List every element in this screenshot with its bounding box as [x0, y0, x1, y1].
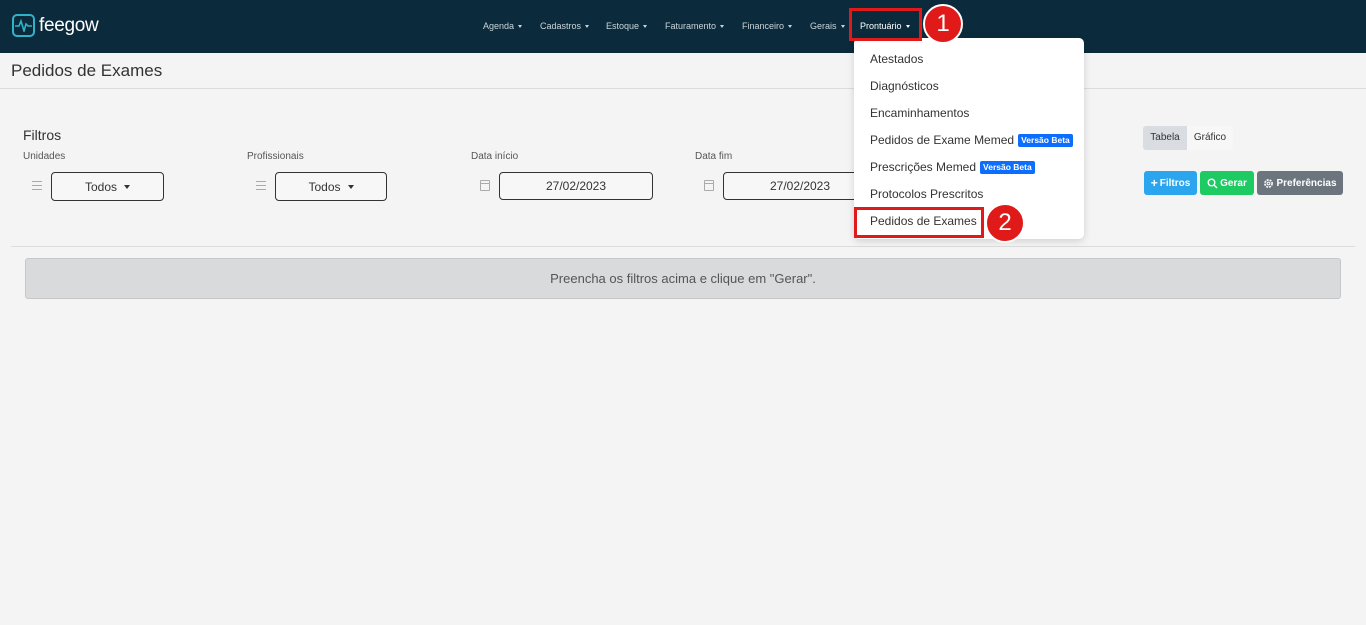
menu-item-pedidos-exame-memed[interactable]: Pedidos de Exame Memed Versão Beta [870, 133, 1073, 147]
menu-item-encaminhamentos[interactable]: Encaminhamentos [870, 106, 969, 120]
toggle-tabela[interactable]: Tabela [1143, 126, 1187, 150]
gear-icon [1264, 178, 1274, 188]
annotation-step-1: 1 [923, 4, 963, 44]
menu-item-atestados[interactable]: Atestados [870, 52, 923, 66]
add-filters-button[interactable]: + Filtros [1144, 171, 1197, 195]
nav-cadastros[interactable]: Cadastros [540, 21, 590, 31]
calendar-icon [704, 180, 714, 191]
header-divider [0, 88, 1366, 89]
caret-down-icon [720, 25, 725, 29]
nav-estoque[interactable]: Estoque [606, 21, 648, 31]
caret-down-icon [585, 25, 590, 29]
unidades-value: Todos [84, 179, 118, 194]
nav-gerais[interactable]: Gerais [810, 21, 845, 31]
menu-item-label: Encaminhamentos [870, 106, 970, 120]
generate-label: Gerar [1220, 177, 1247, 189]
caret-down-icon [788, 25, 793, 29]
annotation-step-2: 2 [985, 203, 1025, 243]
toggle-grafico[interactable]: Gráfico [1187, 126, 1233, 150]
profissionais-select[interactable]: Todos [275, 172, 387, 201]
filters-divider [11, 246, 1355, 247]
nav-gerais-label: Gerais [810, 21, 837, 31]
menu-item-label: Prescrições Memed [870, 160, 977, 174]
top-navbar: feegow Agenda Cadastros Estoque Faturame… [0, 0, 1366, 53]
menu-item-label: Atestados [870, 52, 924, 66]
caret-down-icon [347, 184, 354, 189]
nav-financeiro-label: Financeiro [742, 21, 785, 31]
data-inicio-input[interactable]: 27/02/2023 [499, 172, 653, 200]
menu-item-label: Diagnósticos [870, 79, 939, 93]
page-title: Pedidos de Exames [11, 61, 163, 80]
profissionais-label: Profissionais [247, 151, 304, 162]
annotation-highlight-prontuario [849, 8, 922, 41]
beta-badge: Versão Beta [980, 160, 1035, 174]
menu-item-diagnosticos[interactable]: Diagnósticos [870, 79, 939, 93]
heartbeat-icon [12, 14, 35, 37]
menu-item-label: Protocolos Prescritos [870, 187, 984, 201]
generate-button[interactable]: Gerar [1200, 171, 1254, 195]
info-message: Preencha os filtros acima e clique em "G… [25, 258, 1341, 299]
list-icon [32, 181, 42, 190]
unidades-select[interactable]: Todos [51, 172, 164, 201]
add-filters-label: Filtros [1159, 177, 1191, 189]
caret-down-icon [840, 25, 845, 29]
feegow-logo[interactable]: feegow [12, 14, 99, 37]
nav-financeiro[interactable]: Financeiro [742, 21, 793, 31]
plus-icon: + [1150, 176, 1158, 190]
caret-down-icon [124, 184, 131, 189]
nav-cadastros-label: Cadastros [540, 21, 582, 31]
menu-item-label: Pedidos de Exame Memed [870, 133, 1015, 147]
logo-text: feegow [39, 14, 99, 36]
caret-down-icon [643, 25, 648, 29]
nav-estoque-label: Estoque [606, 21, 640, 31]
preferences-button[interactable]: Preferências [1257, 171, 1343, 195]
data-fim-label: Data fim [695, 151, 733, 162]
calendar-icon [480, 180, 490, 191]
beta-badge: Versão Beta [1018, 133, 1073, 147]
list-icon [256, 181, 266, 190]
filters-title: Filtros [23, 127, 62, 143]
nav-faturamento-label: Faturamento [665, 21, 717, 31]
profissionais-value: Todos [308, 179, 341, 194]
nav-faturamento[interactable]: Faturamento [665, 21, 725, 31]
menu-item-protocolos-prescritos[interactable]: Protocolos Prescritos [870, 187, 983, 201]
menu-item-prescricoes-memed[interactable]: Prescrições Memed Versão Beta [870, 160, 1035, 174]
preferences-label: Preferências [1276, 177, 1337, 189]
data-inicio-label: Data início [471, 151, 519, 162]
unidades-label: Unidades [23, 151, 66, 162]
nav-agenda-label: Agenda [483, 21, 515, 31]
nav-agenda[interactable]: Agenda [483, 21, 523, 31]
search-icon [1207, 178, 1218, 189]
annotation-highlight-pedidos [854, 207, 984, 238]
caret-down-icon [518, 25, 523, 29]
